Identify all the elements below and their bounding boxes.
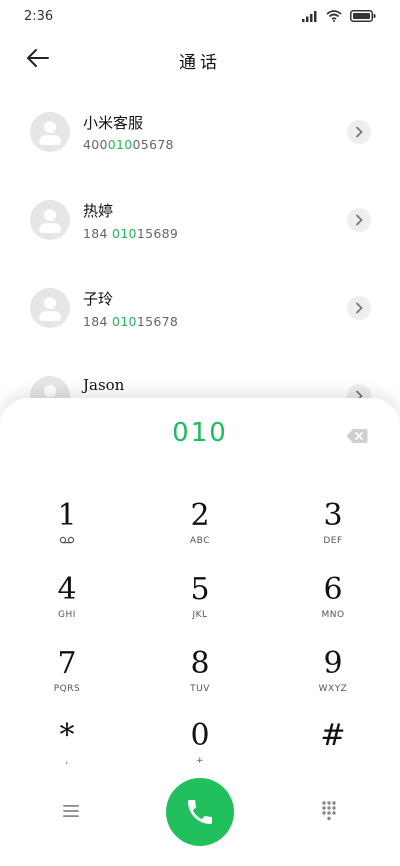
avatar [30,112,70,152]
header: 通话 [0,36,400,84]
signal-icon [302,11,317,22]
contact-detail-button[interactable] [347,296,371,320]
key-6[interactable]: 6 MNO [273,572,393,638]
key-letters: , [65,756,69,766]
key-3[interactable]: 3 DEF [273,498,393,564]
key-8[interactable]: 8 TUV [140,646,260,712]
status-bar: 2:36 [0,0,400,34]
menu-icon[interactable] [62,804,80,818]
contact-number: 184 01015689 [83,226,179,241]
voicemail-icon [7,536,127,548]
key-digit: 0 [190,718,210,753]
key-letters: WXYZ [318,684,348,694]
key-7[interactable]: 7 PQRS [7,646,127,712]
key-2[interactable]: 2 ABC [140,498,260,564]
contact-name: Jason [83,376,125,394]
key-digit: * [59,718,75,753]
chevron-right-icon [356,214,363,226]
phone-icon [188,800,212,824]
list-item[interactable]: 子玲 184 01015678 [0,264,400,354]
contact-detail-button[interactable] [347,208,371,232]
key-letters: + [195,756,205,766]
dialed-number: 010 [172,418,228,448]
contact-name: 热婷 [83,202,114,220]
key-5[interactable]: 5 JKL [140,572,260,638]
dialpad-panel: 010 1 2 ABC 3 DEF 4 GHI 5 JKL 6 MNO 7 PQ… [0,398,400,866]
key-0[interactable]: 0 + [140,718,260,784]
backspace-icon[interactable] [346,428,368,444]
call-button[interactable] [166,778,234,846]
key-letters: ABC [190,536,210,546]
status-icons [302,10,376,22]
list-item[interactable]: 小米客服 40001005678 [0,88,400,178]
key-star[interactable]: * , [7,718,127,784]
page-title: 通话 [179,53,221,73]
status-time: 2:36 [24,9,54,24]
key-letters: JKL [192,610,208,620]
key-letters: TUV [190,684,210,694]
chevron-right-icon [356,126,363,138]
key-digit: 9 [323,646,343,681]
key-digit: # [320,718,346,753]
key-digit: 5 [190,572,210,607]
key-hash[interactable]: # [273,718,393,784]
contact-number: 184 01015678 [83,314,179,329]
list-item[interactable]: 热婷 184 01015689 [0,176,400,266]
keypad-icon[interactable] [321,800,337,822]
key-digit: 1 [57,498,77,533]
contact-name: 小米客服 [83,114,144,132]
key-9[interactable]: 9 WXYZ [273,646,393,712]
key-digit: 2 [190,498,210,533]
key-digit: 8 [190,646,210,681]
chevron-right-icon [356,302,363,314]
key-digit: 4 [57,572,77,607]
contact-detail-button[interactable] [347,120,371,144]
contact-number: 40001005678 [83,137,174,152]
key-digit: 7 [57,646,77,681]
contact-name: 子玲 [83,290,114,308]
key-digit: 3 [323,498,343,533]
avatar [30,288,70,328]
wifi-icon [326,10,342,22]
key-letters [273,756,393,768]
key-letters: PQRS [53,684,81,694]
key-letters: GHI [58,610,76,620]
key-digit: 6 [323,572,343,607]
battery-icon [350,10,376,22]
key-4[interactable]: 4 GHI [7,572,127,638]
key-letters: DEF [323,536,343,546]
key-1[interactable]: 1 [7,498,127,564]
avatar [30,200,70,240]
key-letters: MNO [321,610,345,620]
